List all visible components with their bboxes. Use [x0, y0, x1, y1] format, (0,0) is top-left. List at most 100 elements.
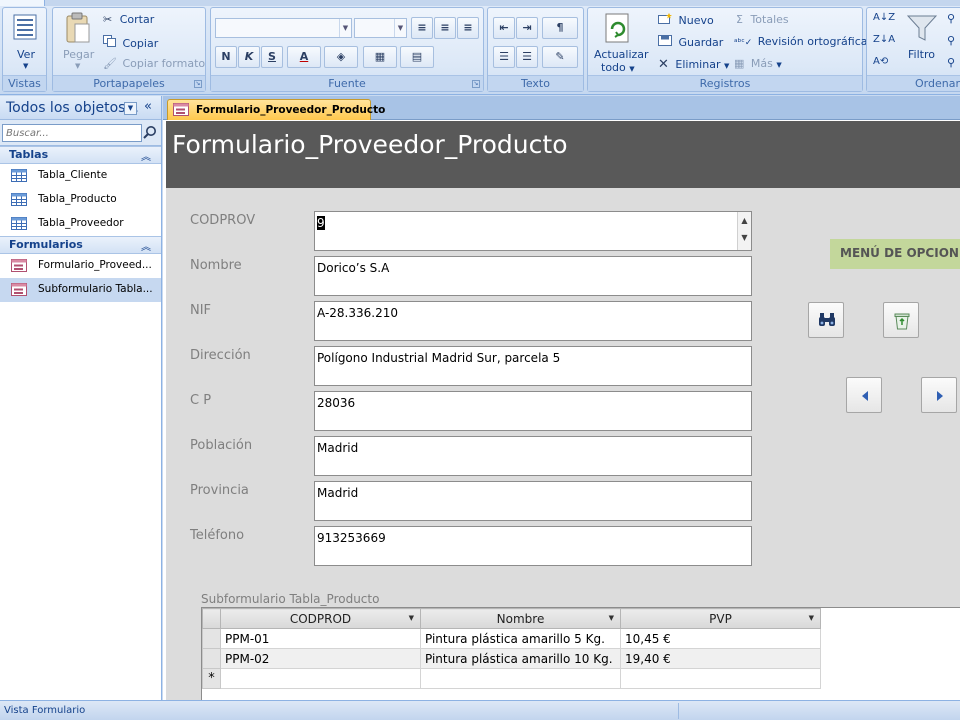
new-record-button[interactable]: Nuevo [658, 13, 714, 27]
cell-nombre[interactable]: Pintura plástica amarillo 5 Kg. [420, 628, 621, 649]
new-record-marker[interactable]: * [202, 668, 221, 689]
active-ribbon-tab[interactable] [0, 0, 45, 6]
align-left-button[interactable]: ≡ [411, 17, 433, 39]
increase-indent-button[interactable]: ⇥ [516, 17, 538, 39]
nav-item-formulario-proveedor[interactable]: Formulario_Proveed... [0, 254, 161, 278]
table-row[interactable]: PPM-02 Pintura plástica amarillo 10 Kg. … [202, 648, 821, 669]
bold-button[interactable]: N [215, 46, 237, 68]
nav-category-tablas[interactable]: Tablas ︽ [0, 146, 161, 164]
fill-color-button[interactable]: ◈ [324, 46, 358, 68]
underline-button[interactable]: S [261, 46, 283, 68]
font-name-select[interactable]: ▼ [215, 18, 352, 38]
cut-button[interactable]: ✂ Cortar [103, 13, 154, 26]
cell-pvp[interactable]: 19,40 € [620, 648, 821, 669]
italic-button[interactable]: K [238, 46, 260, 68]
nav-pane-menu-button[interactable]: ▼ [124, 102, 137, 115]
column-header-nombre[interactable]: Nombre ▼ [420, 608, 621, 629]
field-label-direccion: Dirección [190, 348, 251, 363]
cell-pvp[interactable]: 10,45 € [620, 628, 821, 649]
provincia-field[interactable]: Madrid [314, 481, 752, 521]
telefono-field[interactable]: 913253669 [314, 526, 752, 566]
double-chevron-up-icon[interactable]: ︽ [141, 148, 151, 163]
align-center-button[interactable]: ≡ [434, 17, 456, 39]
column-header-codprod[interactable]: CODPROD ▼ [220, 608, 421, 629]
format-painter-button[interactable]: 🖌 Copiar formato [103, 57, 205, 70]
form-icon [11, 259, 27, 275]
nav-category-formularios[interactable]: Formularios ︽ [0, 236, 161, 254]
save-button[interactable]: Guardar [658, 35, 723, 49]
toggle-filter-button[interactable]: ⚲ [947, 56, 955, 69]
selection-filter-button[interactable]: ⚲ [947, 12, 955, 25]
totals-button[interactable]: Σ Totales [736, 13, 789, 26]
delete-record-button[interactable] [883, 302, 919, 338]
refresh-all-button-line1[interactable]: Actualizar [594, 48, 649, 61]
nav-pane-collapse-button[interactable]: « [144, 99, 152, 114]
delete-button[interactable]: ✕ Eliminar ▼ [658, 57, 729, 72]
sort-descending-button[interactable]: Z↓A [873, 34, 895, 45]
nav-pane-header[interactable]: Todos los objetos... ▼ « [0, 96, 161, 120]
chevron-down-icon[interactable]: ▼ [609, 614, 614, 622]
refresh-all-button[interactable]: todo ▼ [601, 61, 635, 74]
nombre-field[interactable]: Dorico’s S.A [314, 256, 752, 296]
column-header-pvp[interactable]: PVP ▼ [620, 608, 821, 629]
copy-button[interactable]: Copiar [103, 35, 158, 50]
codprov-field[interactable]: 9 ▲ ▼ [314, 211, 752, 251]
alternate-fill-button[interactable]: ▤ [400, 46, 434, 68]
nav-search-input[interactable] [2, 124, 142, 142]
advanced-filter-button[interactable]: ⚲ [947, 34, 955, 47]
search-icon[interactable] [143, 125, 157, 142]
clear-sort-button[interactable]: A⟲ [873, 56, 888, 67]
cp-field[interactable]: 28036 [314, 391, 752, 431]
record-selector-header[interactable] [202, 608, 221, 629]
highlight-button[interactable]: ✎ [542, 46, 578, 68]
fuente-dialog-launcher[interactable]: ↘ [472, 80, 480, 88]
cell-codprod[interactable]: PPM-02 [220, 648, 421, 669]
codprov-scrollbar[interactable]: ▲ ▼ [737, 212, 751, 250]
font-color-button[interactable]: A [287, 46, 321, 68]
cell-codprod[interactable]: PPM-01 [220, 628, 421, 649]
cell-nombre[interactable]: Pintura plástica amarillo 10 Kg. [420, 648, 621, 669]
previous-record-button[interactable] [846, 377, 882, 413]
paragraph-direction-button[interactable]: ¶ [542, 17, 578, 39]
cell-codprod[interactable] [220, 668, 421, 689]
paste-button[interactable]: Pegar [63, 48, 94, 61]
subform-header-row: CODPROD ▼ Nombre ▼ PVP ▼ [202, 608, 821, 629]
nif-field[interactable]: A-28.336.210 [314, 301, 752, 341]
nav-item-tabla-producto[interactable]: Tabla_Producto [0, 188, 161, 212]
align-right-button[interactable]: ≡ [457, 17, 479, 39]
nav-item-tabla-proveedor[interactable]: Tabla_Proveedor [0, 212, 161, 236]
nav-item-subformulario-tabla[interactable]: Subformulario Tabla... [0, 278, 161, 302]
paste-dropdown-arrow[interactable]: ▼ [75, 62, 80, 70]
view-dropdown-arrow[interactable]: ▼ [23, 62, 28, 70]
font-size-select[interactable]: ▼ [354, 18, 407, 38]
find-record-button[interactable] [808, 302, 844, 338]
filter-button[interactable]: Filtro [908, 48, 935, 61]
spelling-button[interactable]: ᵃᵇᶜ✓ Revisión ortográfica [734, 35, 868, 48]
numbered-list-button[interactable]: ☰ [493, 46, 515, 68]
nav-pane-title: Todos los objetos... [6, 100, 139, 116]
new-record-row[interactable]: * [202, 668, 821, 689]
sort-ascending-button[interactable]: A↓Z [873, 12, 895, 23]
cell-pvp[interactable] [620, 668, 821, 689]
more-button[interactable]: ▦ Más ▼ [734, 57, 782, 70]
document-tab-formulario[interactable]: Formulario_Proveedor_Producto [167, 99, 385, 120]
ribbon-group-ordenar: A↓Z Z↓A A⟲ Filtro ⚲ ⚲ ⚲ Ordenar [866, 7, 960, 92]
gridlines-button[interactable]: ▦ [363, 46, 397, 68]
cell-nombre[interactable] [420, 668, 621, 689]
decrease-indent-button[interactable]: ⇤ [493, 17, 515, 39]
navigation-pane: Todos los objetos... ▼ « Tablas ︽ Tabla_… [0, 96, 162, 700]
poblacion-field[interactable]: Madrid [314, 436, 752, 476]
chevron-down-icon[interactable]: ▼ [809, 614, 814, 622]
nav-item-tabla-cliente[interactable]: Tabla_Cliente [0, 164, 161, 188]
document-tab-label: Formulario_Proveedor_Producto [196, 104, 386, 116]
double-chevron-up-icon[interactable]: ︽ [141, 238, 151, 253]
table-row[interactable]: PPM-01 Pintura plástica amarillo 5 Kg. 1… [202, 628, 821, 649]
bullet-list-button[interactable]: ☰ [516, 46, 538, 68]
next-record-button[interactable] [921, 377, 957, 413]
view-button[interactable]: Ver [17, 48, 35, 61]
direccion-field[interactable]: Polígono Industrial Madrid Sur, parcela … [314, 346, 752, 386]
portapapeles-dialog-launcher[interactable]: ↘ [194, 80, 202, 88]
record-selector[interactable] [202, 628, 221, 649]
record-selector[interactable] [202, 648, 221, 669]
chevron-down-icon[interactable]: ▼ [409, 614, 414, 622]
